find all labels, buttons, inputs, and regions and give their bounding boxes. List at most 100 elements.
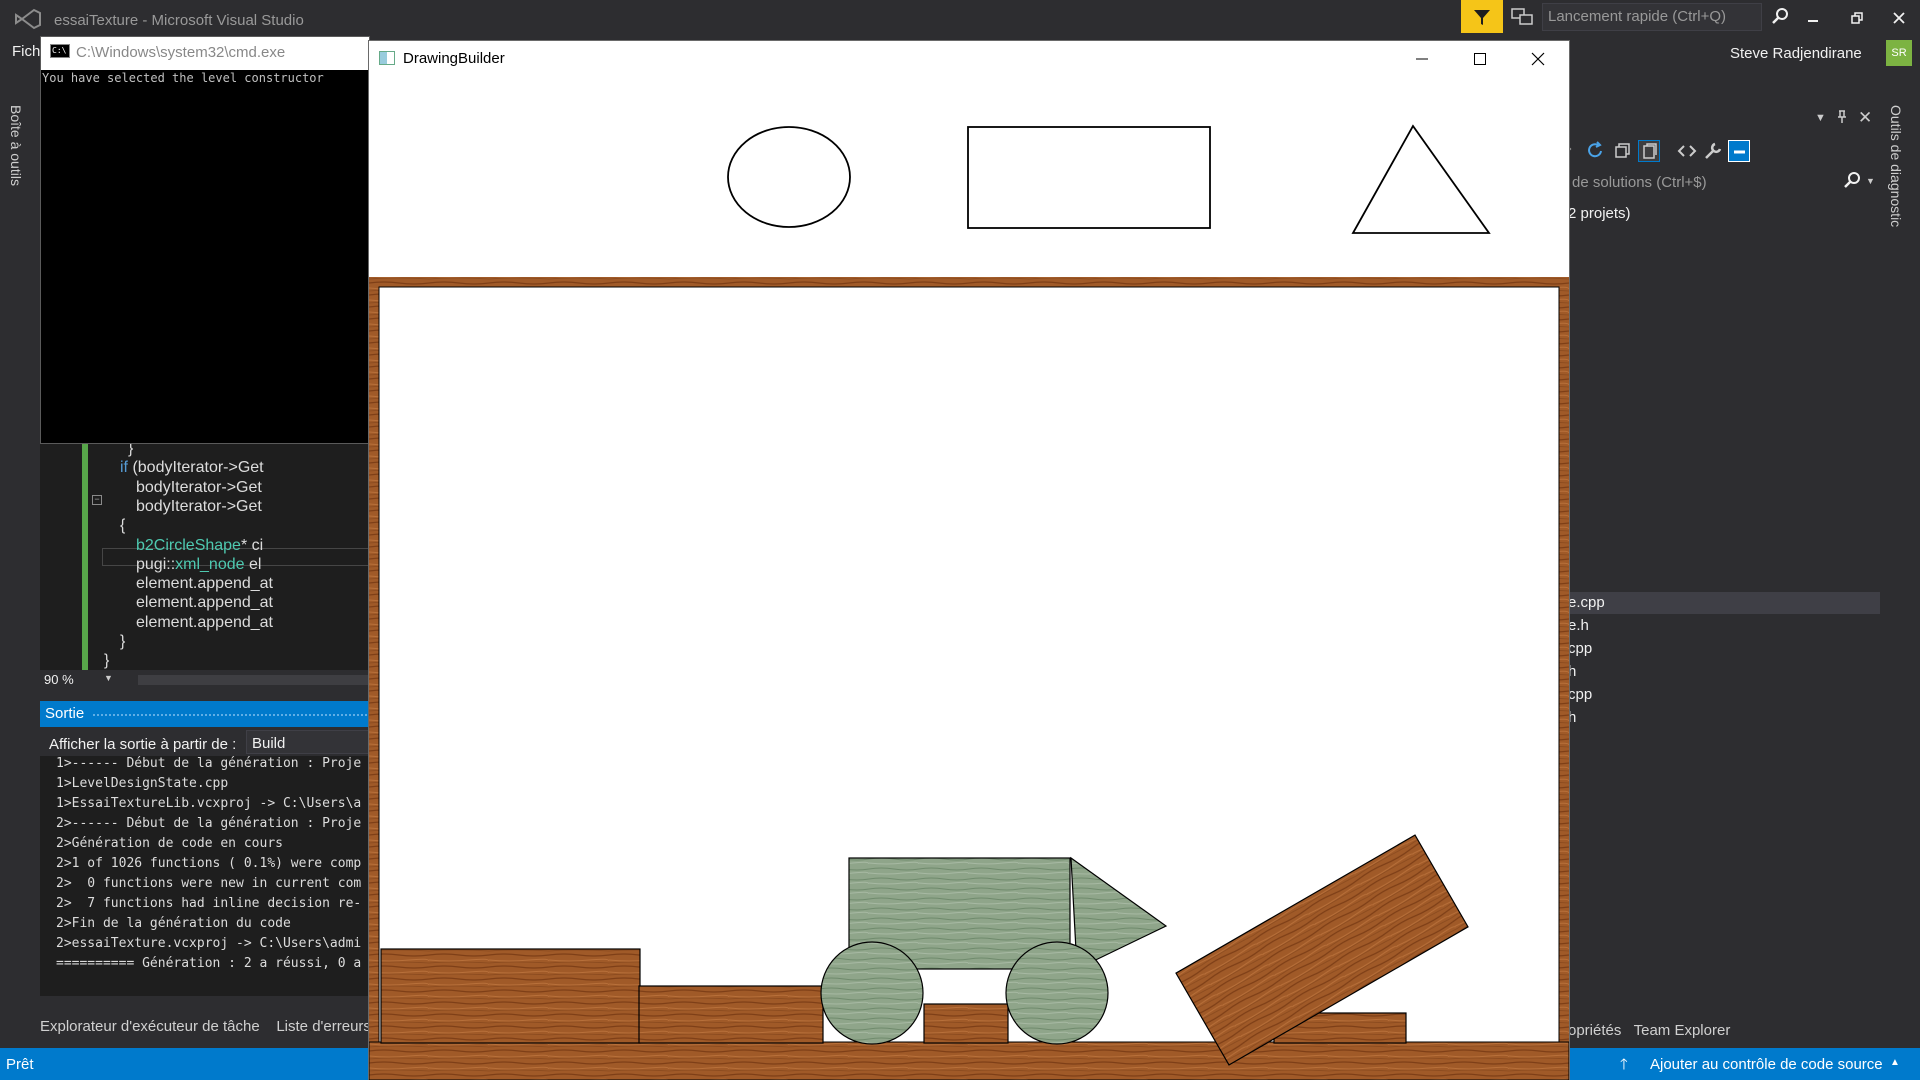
avatar[interactable]: SR: [1886, 40, 1912, 66]
quick-launch-placeholder: Lancement rapide (Ctrl+Q): [1548, 8, 1726, 25]
stone-wheel[interactable]: [820, 941, 924, 1045]
output-line: 1>EssaiTextureLib.vcxproj -> C:\Users\a: [56, 796, 362, 811]
chevron-down-icon[interactable]: ▼: [1866, 176, 1875, 186]
view-code-icon[interactable]: [1676, 140, 1698, 162]
frame-ground: [369, 1041, 1569, 1080]
code-line: element.append_at: [136, 575, 273, 593]
output-line: ========== Génération : 2 a réussi, 0 a: [56, 956, 362, 971]
properties-wrench-icon[interactable]: [1702, 140, 1724, 162]
tab-task-runner-explorer[interactable]: Explorateur d'exécuteur de tâche: [40, 1018, 260, 1035]
code-line: bodyIterator->Get: [136, 497, 262, 515]
chevron-down-icon[interactable]: ▼: [1815, 112, 1826, 124]
visual-studio-logo-icon: [14, 8, 42, 30]
code-line: }: [104, 652, 110, 670]
app-icon: [379, 51, 395, 65]
code-line: element.append_at: [136, 594, 273, 612]
code-line: }: [120, 633, 126, 650]
output-line: 1>LevelDesignState.cpp: [56, 776, 229, 791]
notifications-filter-button[interactable]: [1461, 0, 1503, 33]
maximize-icon: [1474, 53, 1486, 65]
output-scrollbar[interactable]: [40, 996, 370, 1010]
refresh-icon[interactable]: [1585, 140, 1607, 162]
minimize-button[interactable]: [1800, 8, 1826, 28]
window-title: essaiTexture - Microsoft Visual Studio: [54, 12, 304, 29]
restore-button[interactable]: [1844, 8, 1870, 28]
output-line: 2> 7 functions had inline decision re-: [56, 896, 362, 911]
output-line: 2>1 of 1026 functions ( 0.1%) were comp: [56, 856, 362, 871]
restore-icon: [1851, 12, 1863, 24]
close-button[interactable]: [1886, 8, 1912, 28]
file-item[interactable]: e.cpp: [1568, 594, 1605, 611]
toolbox-tab[interactable]: Boîte à outils: [8, 105, 24, 186]
output-line: 2>Génération de code en cours: [56, 836, 283, 851]
close-icon[interactable]: ✕: [1858, 108, 1872, 128]
code-line: {: [120, 517, 126, 535]
drawing-canvas[interactable]: [369, 76, 1569, 1080]
user-name[interactable]: Steve Radjendirane: [1730, 45, 1862, 62]
output-line: 2>Fin de la génération du code: [56, 916, 291, 931]
left-tool-rail: [0, 88, 40, 1048]
shape-palette: [369, 76, 1569, 277]
db-close-button[interactable]: [1515, 44, 1561, 74]
menu-file[interactable]: Fichi: [12, 43, 44, 60]
solution-node[interactable]: 2 projets): [1568, 205, 1631, 222]
code-line: b2CircleShape* ci: [136, 536, 264, 554]
chevron-up-icon[interactable]: ▲: [1890, 1057, 1900, 1068]
pin-icon[interactable]: [1836, 110, 1848, 127]
search-icon[interactable]: [1843, 171, 1861, 189]
selected-row-highlight: [1566, 592, 1880, 614]
search-icon[interactable]: [1770, 6, 1790, 26]
cmd-window[interactable]: [40, 36, 370, 444]
output-line: 2> 0 functions were new in current com: [56, 876, 362, 891]
cmd-output: You have selected the level constructor: [42, 71, 324, 85]
db-minimize-button[interactable]: [1399, 44, 1445, 74]
file-item[interactable]: cpp: [1568, 686, 1592, 703]
minimize-icon: [1416, 58, 1428, 60]
close-icon: [1893, 12, 1905, 24]
output-panel-title[interactable]: Sortie: [45, 705, 84, 722]
minimize-icon: [1808, 20, 1818, 22]
output-line: 1>------ Début de la génération : Proje: [56, 756, 362, 771]
file-item[interactable]: cpp: [1568, 640, 1592, 657]
drawing-builder-title: DrawingBuilder: [403, 50, 505, 67]
preview-icon[interactable]: [1728, 140, 1750, 162]
add-to-source-control-button[interactable]: Ajouter au contrôle de code source: [1650, 1056, 1883, 1073]
arrow-up-icon: 🡑: [1620, 1056, 1628, 1073]
code-line: pugi::xml_node el: [136, 555, 262, 573]
panel-drag-handle[interactable]: [92, 713, 370, 717]
solution-search-input[interactable]: de solutions (Ctrl+$): [1572, 174, 1707, 191]
output-source-label: Afficher la sortie à partir de :: [49, 736, 237, 753]
code-line: if (bodyIterator->Get: [120, 459, 264, 477]
db-maximize-button[interactable]: [1457, 44, 1503, 74]
file-item[interactable]: e.h: [1568, 617, 1589, 634]
tab-team-explorer[interactable]: Team Explorer: [1634, 1022, 1731, 1039]
diagnostics-tools-tab[interactable]: Outils de diagnostic: [1888, 105, 1904, 227]
wood-block[interactable]: [380, 948, 641, 1044]
code-line: bodyIterator->Get: [136, 478, 262, 496]
feedback-icon[interactable]: [1510, 6, 1534, 28]
frame-left: [369, 287, 379, 1043]
code-line: element.append_at: [136, 613, 273, 631]
tab-properties[interactable]: opriétés: [1568, 1022, 1621, 1039]
output-line: 2>essaiTexture.vcxproj -> C:\Users\admi: [56, 936, 362, 951]
wood-block[interactable]: [638, 985, 824, 1044]
right-panel-tabs: opriétés Team Explorer: [1568, 1022, 1730, 1039]
collapse-all-icon[interactable]: [1612, 140, 1634, 162]
fold-toggle-icon[interactable]: −: [92, 495, 102, 505]
close-icon: [1531, 52, 1545, 66]
zoom-level[interactable]: 90 %: [44, 672, 74, 687]
change-tracking-bar: [82, 440, 88, 670]
output-line: 2>------ Début de la génération : Proje: [56, 816, 362, 831]
tab-error-list[interactable]: Liste d'erreurs: [276, 1018, 371, 1035]
chevron-down-icon[interactable]: ▼: [104, 673, 113, 683]
wood-block[interactable]: [923, 1003, 1009, 1044]
stone-wheel[interactable]: [1005, 941, 1109, 1045]
show-all-files-icon[interactable]: [1638, 140, 1660, 162]
bottom-panel-tabs: Explorateur d'exécuteur de tâche Liste d…: [40, 1018, 371, 1040]
cmd-icon: C:\: [50, 44, 70, 58]
status-text: Prêt: [6, 1056, 34, 1073]
drawing-builder-title-bar[interactable]: [369, 41, 1569, 76]
horizontal-scrollbar[interactable]: [138, 675, 370, 685]
filter-icon: [1474, 9, 1490, 25]
output-source-value: Build: [252, 735, 286, 752]
